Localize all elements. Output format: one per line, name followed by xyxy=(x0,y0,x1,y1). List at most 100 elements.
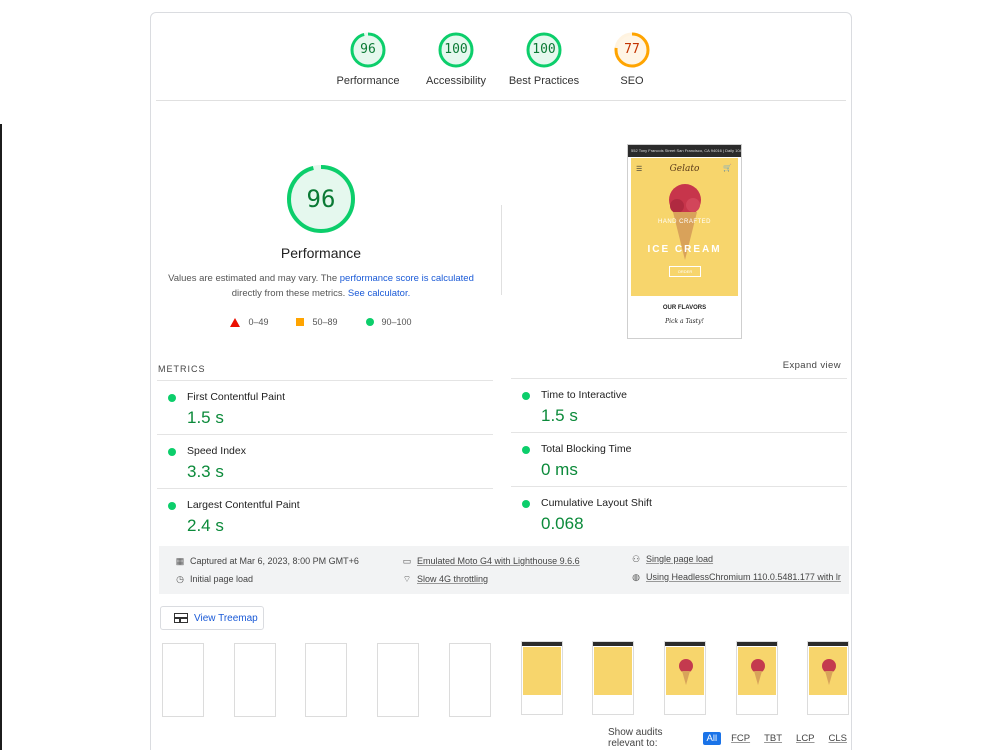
filter-chip-fcp[interactable]: FCP xyxy=(727,732,754,745)
filter-chip-cls[interactable]: CLS xyxy=(825,732,851,745)
metric-name: Speed Index xyxy=(187,445,246,457)
metric-total-blocking-time: Total Blocking Time 0 ms xyxy=(511,432,847,486)
cart-icon: 🛒 xyxy=(723,165,732,172)
metric-name: Total Blocking Time xyxy=(541,443,632,455)
lighthouse-report-card: 96 Performance 100 Accessibility 100 Bes… xyxy=(150,12,852,750)
gauge-seo[interactable]: 77 SEO xyxy=(587,31,677,87)
metric-value: 3.3 s xyxy=(187,462,224,481)
filmstrip-frame xyxy=(663,641,706,715)
preview-logo: Gelato xyxy=(669,164,700,174)
legend-label: 0–49 xyxy=(248,317,269,327)
metric-name: Cumulative Layout Shift xyxy=(541,497,652,509)
metric-largest-contentful-paint: Largest Contentful Paint 2.4 s xyxy=(157,488,493,542)
legend-average: 50–89 xyxy=(296,317,338,327)
metric-name: First Contentful Paint xyxy=(187,391,286,403)
gauge-score: 96 xyxy=(360,42,376,57)
chrome-icon: ◍ xyxy=(632,572,640,582)
pass-circle-icon xyxy=(168,448,176,456)
filmstrip-frame xyxy=(735,641,778,715)
preview-flavors: OUR FLAVORS xyxy=(662,305,707,311)
metric-value: 2.4 s xyxy=(187,516,224,535)
vertical-divider xyxy=(501,205,502,295)
preview-pick: Pick a Tasty! xyxy=(665,318,704,325)
metric-value: 0.068 xyxy=(541,514,584,533)
metric-time-to-interactive: Time to Interactive 1.5 s xyxy=(511,378,847,432)
circle-icon xyxy=(365,318,374,326)
performance-title: Performance xyxy=(280,245,362,261)
divider xyxy=(156,100,846,101)
filmstrip-frame xyxy=(448,643,491,717)
gauge-label: SEO xyxy=(620,75,644,87)
gauge-label: Performance xyxy=(336,75,400,87)
browser-version[interactable]: ◍ Using HeadlessChromium 110.0.5481.177 … xyxy=(631,572,841,582)
metric-name: Largest Contentful Paint xyxy=(187,499,300,511)
metric-speed-index: Speed Index 3.3 s xyxy=(157,434,493,488)
score-legend: 0–49 50–89 90–100 xyxy=(151,317,491,327)
performance-big-gauge: 96 xyxy=(285,163,357,235)
metric-value: 1.5 s xyxy=(541,406,578,425)
gauge-performance[interactable]: 96 Performance xyxy=(323,31,413,87)
desc-text: Values are estimated and may vary. The xyxy=(168,273,340,284)
view-treemap-button[interactable]: View Treemap xyxy=(160,606,264,630)
metric-value: 0 ms xyxy=(541,460,578,479)
final-screenshot[interactable]: 552 Tony Francois Street San Francisco, … xyxy=(627,144,742,339)
square-icon xyxy=(296,318,305,326)
wifi-icon: ⌔ xyxy=(402,574,412,584)
emulated-device[interactable]: ▭ Emulated Moto G4 with Lighthouse 9.6.6 xyxy=(402,556,580,566)
gauge-score: 100 xyxy=(532,42,556,57)
devices-icon: ▭ xyxy=(402,556,412,566)
metric-first-contentful-paint: First Contentful Paint 1.5 s xyxy=(157,380,493,434)
category-gauges: 96 Performance 100 Accessibility 100 Bes… xyxy=(151,13,851,101)
filmstrip-frame xyxy=(305,643,348,717)
filmstrip-frame xyxy=(377,643,420,717)
performance-summary: 96 Performance Values are estimated and … xyxy=(151,163,491,327)
expand-view-toggle[interactable]: Expand view xyxy=(783,360,841,371)
gauge-label: Accessibility xyxy=(426,75,486,87)
filmstrip-frame xyxy=(162,643,204,717)
legend-label: 90–100 xyxy=(381,317,412,327)
pass-circle-icon xyxy=(522,500,530,508)
filter-chip-all[interactable]: All xyxy=(702,731,722,745)
preview-hero-subtitle: HAND CRAFTED xyxy=(657,219,711,225)
metric-name: Time to Interactive xyxy=(541,389,627,401)
pass-circle-icon xyxy=(168,502,176,510)
runtime-settings: ▦ Captured at Mar 6, 2023, 8:00 PM GMT+6… xyxy=(159,546,849,594)
info-text: Emulated Moto G4 with Lighthouse 9.6.6 xyxy=(417,556,580,566)
info-text: Single page load xyxy=(646,554,714,564)
legend-fail: 0–49 xyxy=(230,317,268,327)
preview-hero: ☰ Gelato 🛒 HAND CRAFTED ICE CREAM ORDER xyxy=(631,158,738,296)
pass-circle-icon xyxy=(522,446,530,454)
captured-at: ▦ Captured at Mar 6, 2023, 8:00 PM GMT+6 xyxy=(175,556,359,566)
info-text: Captured at Mar 6, 2023, 8:00 PM GMT+6 xyxy=(190,556,359,566)
performance-description: Values are estimated and may vary. The p… xyxy=(151,271,491,301)
metrics-column-left: First Contentful Paint 1.5 s Speed Index… xyxy=(157,380,493,542)
filter-label: Show audits relevant to: xyxy=(608,727,663,749)
filmstrip-frame xyxy=(233,643,276,717)
filmstrip-frame xyxy=(520,641,563,715)
info-text: Initial page load xyxy=(190,574,254,584)
filter-chip-lcp[interactable]: LCP xyxy=(792,732,818,745)
gauge-accessibility[interactable]: 100 Accessibility xyxy=(411,31,501,87)
pass-circle-icon xyxy=(168,394,176,402)
metrics-column-right: Time to Interactive 1.5 s Total Blocking… xyxy=(511,378,847,540)
triangle-icon xyxy=(230,317,241,327)
window-edge-line xyxy=(0,124,2,750)
info-text: Using HeadlessChromium 110.0.5481.177 wi… xyxy=(646,572,841,582)
filter-chip-tbt[interactable]: TBT xyxy=(760,732,786,745)
network-throttling[interactable]: ⌔ Slow 4G throttling xyxy=(402,574,488,584)
single-page-load[interactable]: ⚇ Single page load xyxy=(631,554,713,564)
score-calculated-link[interactable]: performance score is calculated xyxy=(340,273,474,284)
legend-pass: 90–100 xyxy=(365,317,412,327)
gauge-label: Best Practices xyxy=(508,75,580,87)
preview-topbar: 552 Tony Francois Street San Francisco, … xyxy=(628,145,741,157)
preview-hero-button: ORDER xyxy=(669,266,701,277)
gauge-best-practices[interactable]: 100 Best Practices xyxy=(499,31,589,87)
see-calculator-link[interactable]: See calculator. xyxy=(348,288,410,299)
metrics-heading: METRICS xyxy=(158,364,206,374)
info-text: Slow 4G throttling xyxy=(417,574,489,584)
initial-load: ◷ Initial page load xyxy=(175,574,253,584)
treemap-label: View Treemap xyxy=(194,612,258,624)
metric-cumulative-layout-shift: Cumulative Layout Shift 0.068 xyxy=(511,486,847,540)
preview-hero-title: ICE CREAM xyxy=(647,244,722,255)
filmstrip-frame xyxy=(807,641,850,715)
